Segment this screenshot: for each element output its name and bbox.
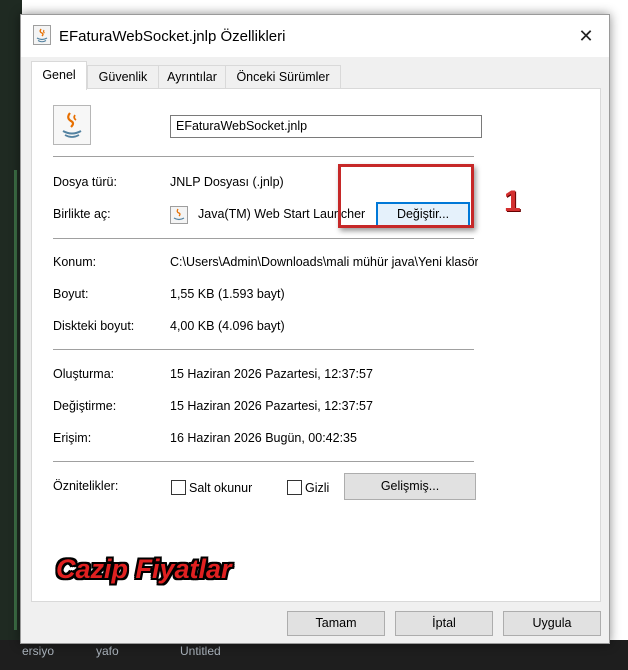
size-value: 1,55 KB (1.593 bayt): [170, 287, 285, 301]
taskbar-item[interactable]: yafo: [96, 644, 119, 658]
apply-button[interactable]: Uygula: [503, 611, 601, 636]
created-label: Oluşturma:: [53, 367, 115, 381]
file-type-value: JNLP Dosyası (.jnlp): [170, 175, 284, 189]
promo-text: Cazip Fiyatlar: [56, 554, 232, 584]
cancel-button[interactable]: İptal: [395, 611, 493, 636]
properties-dialog: EFaturaWebSocket.jnlp Özellikleri ✕ Gene…: [20, 14, 610, 644]
taskbar-item[interactable]: ersiyo: [22, 644, 54, 658]
readonly-checkbox[interactable]: [171, 480, 186, 495]
modified-label: Değiştirme:: [53, 399, 117, 413]
readonly-label[interactable]: Salt okunur: [189, 481, 252, 495]
desktop-stripe: [14, 170, 17, 630]
advanced-button[interactable]: Gelişmiş...: [344, 473, 476, 500]
size-on-disk-value: 4,00 KB (4.096 bayt): [170, 319, 285, 333]
ok-button[interactable]: Tamam: [287, 611, 385, 636]
file-type-label: Dosya türü:: [53, 175, 117, 189]
file-name-input[interactable]: EFaturaWebSocket.jnlp: [170, 115, 482, 138]
attributes-label: Öznitelikler:: [53, 479, 119, 493]
separator: [53, 156, 474, 157]
general-panel: EFaturaWebSocket.jnlp Dosya türü: JNLP D…: [31, 88, 601, 602]
size-on-disk-label: Diskteki boyut:: [53, 319, 135, 333]
tab-previous-versions[interactable]: Önceki Sürümler: [225, 65, 341, 89]
separator: [53, 461, 474, 462]
location-label: Konum:: [53, 255, 97, 269]
separator: [53, 349, 474, 350]
tab-general[interactable]: Genel: [31, 61, 87, 90]
highlight-box: [338, 164, 474, 228]
opens-with-label: Birlikte aç:: [53, 207, 111, 221]
hidden-label[interactable]: Gizli: [305, 481, 329, 495]
annotation-number: 1: [504, 185, 521, 218]
accessed-value: 16 Haziran 2026 Bugün, 00:42:35: [170, 431, 357, 445]
taskbar-strip: ersiyo yafo Untitled: [0, 640, 628, 670]
accessed-label: Erişim:: [53, 431, 92, 445]
title-bar[interactable]: EFaturaWebSocket.jnlp Özellikleri ✕: [21, 15, 609, 57]
separator: [53, 238, 474, 239]
close-button[interactable]: ✕: [563, 15, 609, 57]
dialog-title: EFaturaWebSocket.jnlp Özellikleri: [59, 28, 286, 45]
java-file-icon: [53, 105, 91, 145]
taskbar-item[interactable]: Untitled: [180, 644, 221, 658]
size-label: Boyut:: [53, 287, 89, 301]
created-value: 15 Haziran 2026 Pazartesi, 12:37:57: [170, 367, 373, 381]
tab-security[interactable]: Güvenlik: [87, 65, 159, 89]
desktop-background: [0, 0, 22, 670]
location-value[interactable]: C:\Users\Admin\Downloads\mali mühür java…: [170, 255, 478, 269]
java-web-start-icon: [170, 206, 188, 224]
tab-details[interactable]: Ayrıntılar: [158, 65, 226, 89]
hidden-checkbox[interactable]: [287, 480, 302, 495]
modified-value: 15 Haziran 2026 Pazartesi, 12:37:57: [170, 399, 373, 413]
java-file-icon: [33, 25, 51, 45]
